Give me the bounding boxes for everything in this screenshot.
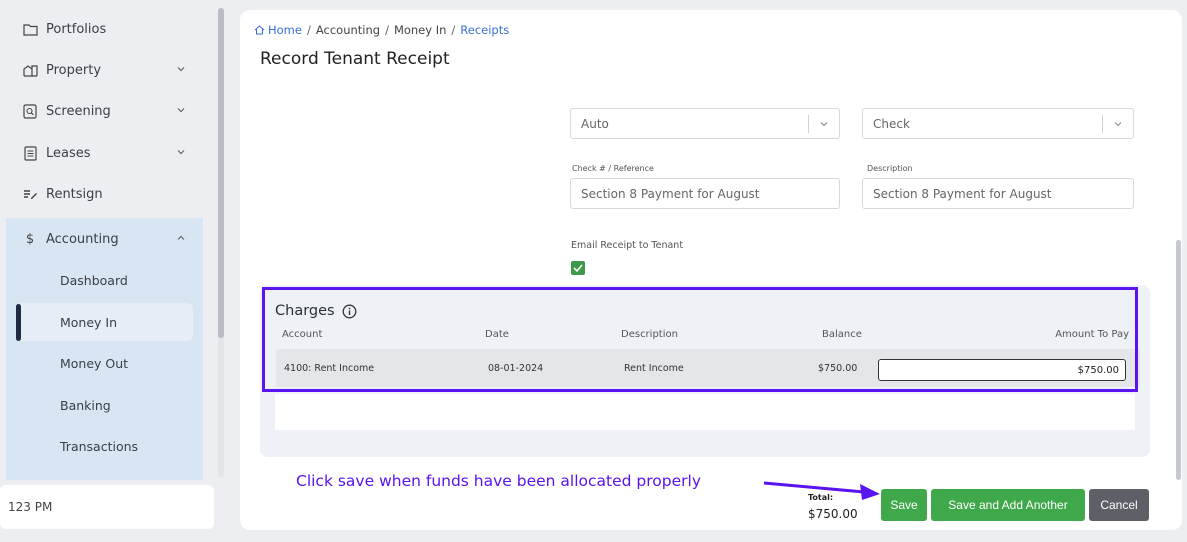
screening-icon xyxy=(22,103,38,119)
select-divider xyxy=(1102,115,1103,133)
sidebar-item-label: Leases xyxy=(46,145,91,161)
breadcrumb-separator: / xyxy=(451,23,456,37)
payment-source-select[interactable]: Auto xyxy=(570,108,840,139)
sidebar-subitem-banking[interactable]: Banking xyxy=(60,398,111,413)
sidebar-subitem-transactions[interactable]: Transactions xyxy=(60,439,138,454)
checkmark-icon xyxy=(573,264,583,272)
building-icon xyxy=(22,62,38,78)
annotation-text: Click save when funds have been allocate… xyxy=(296,472,701,490)
breadcrumb-home[interactable]: Home xyxy=(268,23,302,37)
pen-icon xyxy=(22,186,38,202)
sidebar-subitem-money-out[interactable]: Money Out xyxy=(60,356,128,371)
email-receipt-label: Email Receipt to Tenant xyxy=(571,240,684,251)
time-display: 123 PM xyxy=(0,485,214,529)
description-value: Section 8 Payment for August xyxy=(873,186,1052,201)
breadcrumb-accounting[interactable]: Accounting xyxy=(316,23,380,37)
save-and-add-another-button[interactable]: Save and Add Another xyxy=(931,489,1085,521)
dollar-icon: $ xyxy=(25,231,35,247)
chevron-down-icon xyxy=(820,122,828,127)
sidebar-subitem-dashboard[interactable]: Dashboard xyxy=(60,273,128,288)
email-receipt-checkbox[interactable] xyxy=(571,261,585,275)
sidebar: Portfolios Property Screening Leases Ren… xyxy=(0,0,214,542)
payment-method-value: Check xyxy=(873,116,910,131)
sidebar-item-accounting[interactable]: $ Accounting xyxy=(0,219,214,259)
sidebar-item-leases[interactable]: Leases xyxy=(0,133,214,173)
check-reference-input[interactable]: Section 8 Payment for August xyxy=(570,178,840,209)
sidebar-item-label: Screening xyxy=(46,103,111,119)
breadcrumb-separator: / xyxy=(306,23,311,37)
total-value: $750.00 xyxy=(808,507,858,521)
sidebar-item-label: Accounting xyxy=(46,231,119,247)
sidebar-item-property[interactable]: Property xyxy=(0,50,214,90)
breadcrumb-receipts[interactable]: Receipts xyxy=(460,23,509,37)
chevron-down-icon xyxy=(177,67,185,72)
active-indicator xyxy=(16,304,21,341)
payment-method-select[interactable]: Check xyxy=(862,108,1134,139)
main-scrollbar-thumb[interactable] xyxy=(1176,240,1181,480)
breadcrumb-separator: / xyxy=(385,23,389,37)
payment-source-value: Auto xyxy=(581,116,609,131)
annotation-highlight-box xyxy=(262,287,1138,392)
sidebar-item-screening[interactable]: Screening xyxy=(0,91,214,131)
total-label: Total: xyxy=(808,493,834,502)
sidebar-item-portfolios[interactable]: Portfolios xyxy=(0,9,214,49)
description-label: Description xyxy=(867,164,913,173)
breadcrumb-money-in[interactable]: Money In xyxy=(394,23,446,37)
sidebar-item-label: Property xyxy=(46,62,102,78)
sidebar-item-label: Rentsign xyxy=(46,186,103,202)
chevron-down-icon xyxy=(1114,122,1122,127)
sidebar-scrollbar-thumb[interactable] xyxy=(218,8,224,338)
home-icon xyxy=(254,25,265,35)
folder-icon xyxy=(22,21,38,37)
description-input[interactable]: Section 8 Payment for August xyxy=(862,178,1134,209)
chevron-down-icon xyxy=(177,108,185,113)
sidebar-subitem-money-in[interactable]: Money In xyxy=(60,315,117,330)
sidebar-item-rentsign[interactable]: Rentsign xyxy=(0,174,214,214)
document-icon xyxy=(22,145,38,161)
select-divider xyxy=(808,115,809,133)
check-reference-value: Section 8 Payment for August xyxy=(581,186,760,201)
check-reference-label: Check # / Reference xyxy=(572,164,654,173)
page-title: Record Tenant Receipt xyxy=(260,49,450,69)
charges-empty-area xyxy=(275,394,1135,430)
chevron-up-icon xyxy=(177,235,185,240)
sidebar-item-label: Portfolios xyxy=(46,21,107,37)
chevron-down-icon xyxy=(177,150,185,155)
save-button[interactable]: Save xyxy=(881,489,927,521)
cancel-button[interactable]: Cancel xyxy=(1089,489,1149,521)
breadcrumb: Home / Accounting / Money In / Receipts xyxy=(254,23,509,37)
